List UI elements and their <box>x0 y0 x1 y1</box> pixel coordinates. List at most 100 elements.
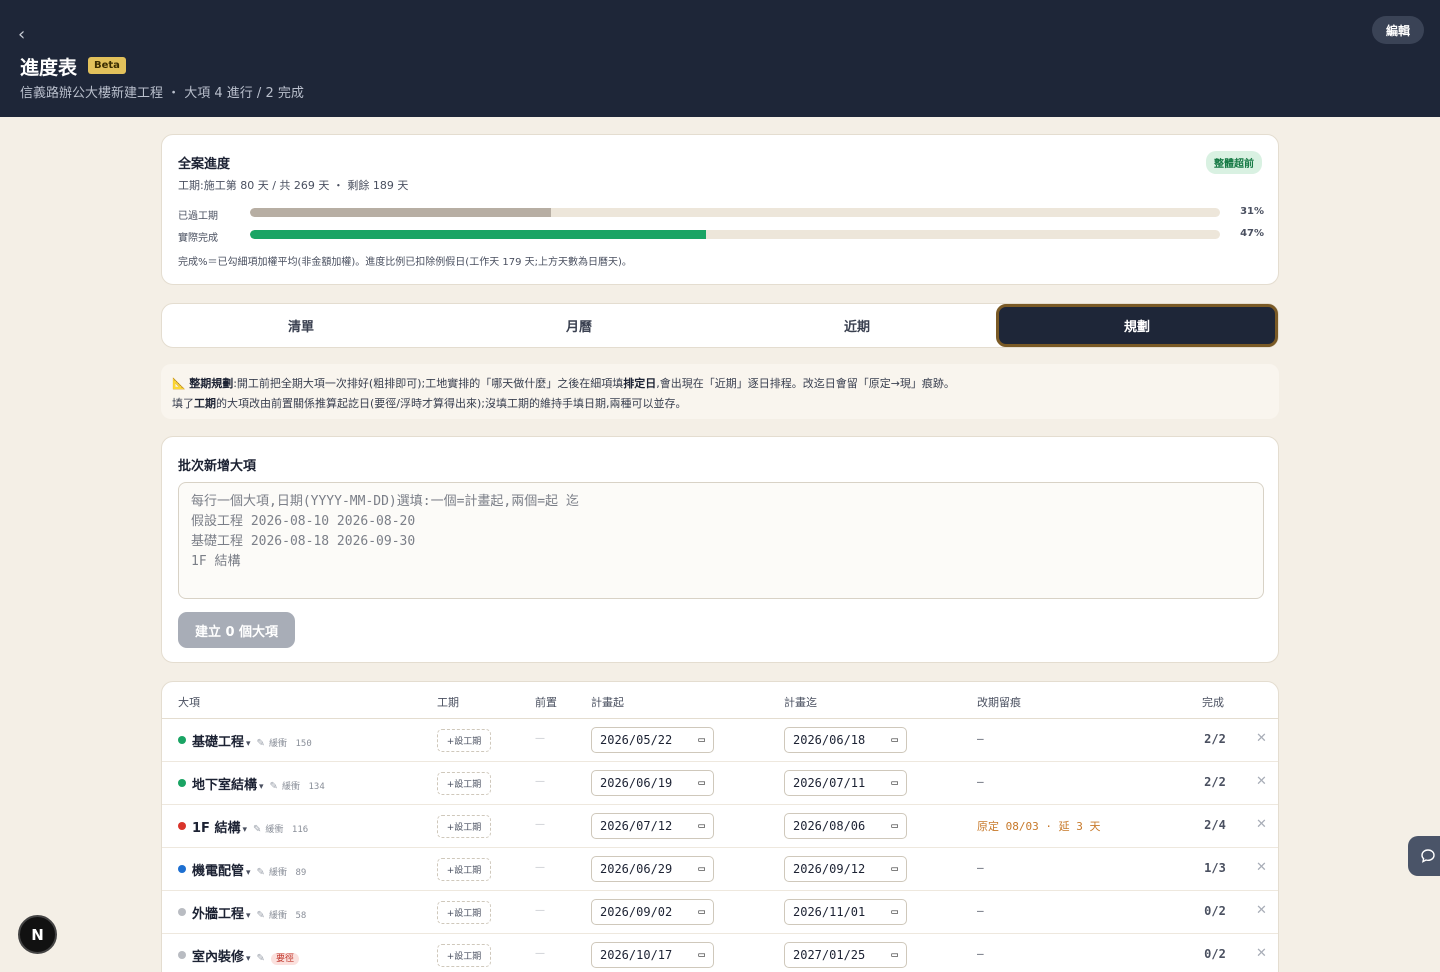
status-dot <box>178 951 186 959</box>
item-name[interactable]: 外牆工程 ▾ ✎ 緩衝 58 <box>192 903 306 922</box>
calendar-icon[interactable]: ▭ <box>891 905 898 918</box>
set-duration-button[interactable]: +設工期 <box>437 772 491 795</box>
calendar-icon[interactable]: ▭ <box>698 862 705 875</box>
predecessor-field[interactable]: — <box>535 905 545 916</box>
end-date-input[interactable]: 2026/06/18 ▭ <box>784 727 907 753</box>
calendar-icon[interactable]: ▭ <box>891 733 898 746</box>
header-done: 完成 <box>1202 696 1224 709</box>
pencil-icon[interactable]: ✎ <box>257 738 265 749</box>
start-date-input[interactable]: 2026/09/02 ▭ <box>591 899 714 925</box>
chevron-down-icon[interactable]: ▾ <box>246 954 251 964</box>
critical-path-badge: 要徑 <box>270 953 299 965</box>
chevron-down-icon[interactable]: ▾ <box>246 739 251 749</box>
pencil-icon[interactable]: ✎ <box>257 910 265 921</box>
start-date-input[interactable]: 2026/10/17 ▭ <box>591 942 714 968</box>
predecessor-field[interactable]: — <box>535 733 545 744</box>
buffer-label: 緩衝 <box>268 739 287 749</box>
start-date-value: 2026/05/22 <box>600 733 673 747</box>
close-icon[interactable]: ✕ <box>1256 817 1267 832</box>
planning-info-box: 📐 整期規劃:開工前把全期大項一次排好(粗排即可);工地實排的「哪天做什麼」之後… <box>161 364 1279 419</box>
status-dot <box>178 908 186 916</box>
predecessor-field[interactable]: — <box>535 948 545 959</box>
predecessor-field[interactable]: — <box>535 862 545 873</box>
reschedule-trace: — <box>977 861 984 874</box>
tab-calendar[interactable]: 月曆 <box>440 304 718 347</box>
overall-progress-card: 全案進度 整體超前 工期:施工第 80 天 / 共 269 天 ・ 剩餘 189… <box>161 134 1279 285</box>
set-duration-button[interactable]: +設工期 <box>437 901 491 924</box>
chevron-down-icon[interactable]: ▾ <box>246 868 251 878</box>
chevron-down-icon[interactable]: ▾ <box>242 825 247 835</box>
buffer-label: 緩衝 <box>265 825 284 835</box>
end-date-input[interactable]: 2027/01/25 ▭ <box>784 942 907 968</box>
calendar-icon[interactable]: ▭ <box>698 819 705 832</box>
calendar-icon[interactable]: ▭ <box>698 776 705 789</box>
item-name-text: 地下室結構 <box>192 778 258 793</box>
completion-count: 0/2 <box>1204 947 1226 961</box>
calendar-icon[interactable]: ▭ <box>891 819 898 832</box>
close-icon[interactable]: ✕ <box>1256 774 1267 789</box>
set-duration-button[interactable]: +設工期 <box>437 729 491 752</box>
start-date-input[interactable]: 2026/06/19 ▭ <box>591 770 714 796</box>
set-duration-button[interactable]: +設工期 <box>437 815 491 838</box>
tab-recent[interactable]: 近期 <box>718 304 996 347</box>
close-icon[interactable]: ✕ <box>1256 731 1267 746</box>
buffer-label: 緩衝 <box>268 911 287 921</box>
buffer-label: 緩衝 <box>268 868 287 878</box>
close-icon[interactable]: ✕ <box>1256 860 1267 875</box>
start-date-input[interactable]: 2026/07/12 ▭ <box>591 813 714 839</box>
item-name[interactable]: 1F 結構 ▾ ✎ 緩衝 116 <box>192 817 308 836</box>
end-date-input[interactable]: 2026/08/06 ▭ <box>784 813 907 839</box>
end-date-input[interactable]: 2026/11/01 ▭ <box>784 899 907 925</box>
set-duration-button[interactable]: +設工期 <box>437 944 491 967</box>
start-date-value: 2026/07/12 <box>600 819 673 833</box>
batch-textarea[interactable]: 每行一個大項,日期(YYYY-MM-DD)選填:一個=計畫起,兩個=起 迄 假設… <box>178 482 1264 599</box>
item-name[interactable]: 機電配管 ▾ ✎ 緩衝 89 <box>192 860 306 879</box>
tab-planning[interactable]: 規劃 <box>996 304 1278 347</box>
close-icon[interactable]: ✕ <box>1256 946 1267 961</box>
header-end: 計畫迄 <box>784 696 817 709</box>
info-bold-duration: 工期 <box>194 397 216 410</box>
buffer-days: 150 <box>295 739 312 749</box>
close-icon[interactable]: ✕ <box>1256 903 1267 918</box>
end-date-input[interactable]: 2026/09/12 ▭ <box>784 856 907 882</box>
reschedule-trace: — <box>977 904 984 917</box>
back-chevron-icon[interactable]: ‹ <box>18 24 25 45</box>
header-trace: 改期留痕 <box>977 696 1021 709</box>
reschedule-trace: — <box>977 732 984 745</box>
end-date-input[interactable]: 2026/07/11 ▭ <box>784 770 907 796</box>
table-row: 機電配管 ▾ ✎ 緩衝 89 +設工期 — 2026/06/29 ▭ 2026/09/1… <box>162 848 1278 891</box>
calendar-icon[interactable]: ▭ <box>891 948 898 961</box>
chevron-down-icon[interactable]: ▾ <box>259 782 264 792</box>
calendar-icon[interactable]: ▭ <box>698 905 705 918</box>
calendar-icon[interactable]: ▭ <box>698 733 705 746</box>
item-name[interactable]: 基礎工程 ▾ ✎ 緩衝 150 <box>192 731 312 750</box>
reschedule-trace: — <box>977 775 984 788</box>
pencil-icon[interactable]: ✎ <box>257 953 265 964</box>
predecessor-field[interactable]: — <box>535 776 545 787</box>
item-name[interactable]: 室內裝修 ▾ ✎ 要徑 <box>192 946 299 965</box>
predecessor-field[interactable]: — <box>535 819 545 830</box>
pencil-icon[interactable]: ✎ <box>270 781 278 792</box>
table-row: 1F 結構 ▾ ✎ 緩衝 116 +設工期 — 2026/07/12 ▭ 2026/08… <box>162 805 1278 848</box>
top-header: ‹ 進度表 Beta 信義路辦公大樓新建工程 ・ 大項 4 進行 / 2 完成 … <box>0 0 1440 117</box>
chevron-down-icon[interactable]: ▾ <box>246 911 251 921</box>
edit-button[interactable]: 編輯 <box>1372 16 1424 44</box>
start-date-input[interactable]: 2026/05/22 ▭ <box>591 727 714 753</box>
pencil-icon[interactable]: ✎ <box>257 867 265 878</box>
item-name[interactable]: 地下室結構 ▾ ✎ 緩衝 134 <box>192 774 325 793</box>
speech-bubble-icon[interactable] <box>1408 836 1440 876</box>
calendar-icon[interactable]: ▭ <box>891 862 898 875</box>
info-text-a: :開工前把全期大項一次排好(粗排即可);工地實排的「哪天做什麼」之後在細項填 <box>233 377 624 390</box>
buffer-days: 116 <box>291 825 309 835</box>
pencil-icon[interactable]: ✎ <box>253 824 261 835</box>
start-date-value: 2026/09/02 <box>600 905 673 919</box>
app-logo-icon[interactable]: N <box>18 915 57 954</box>
start-date-input[interactable]: 2026/06/29 ▭ <box>591 856 714 882</box>
tab-list[interactable]: 清單 <box>162 304 440 347</box>
create-items-button[interactable]: 建立 0 個大項 <box>178 612 295 648</box>
calendar-icon[interactable]: ▭ <box>891 776 898 789</box>
info-text-d: 的大項改由前置關係推算起訖日(要徑/浮時才算得出來);沒填工期的維持手填日期,兩… <box>216 397 687 410</box>
end-date-value: 2026/09/12 <box>793 862 866 876</box>
calendar-icon[interactable]: ▭ <box>698 948 705 961</box>
set-duration-button[interactable]: +設工期 <box>437 858 491 881</box>
